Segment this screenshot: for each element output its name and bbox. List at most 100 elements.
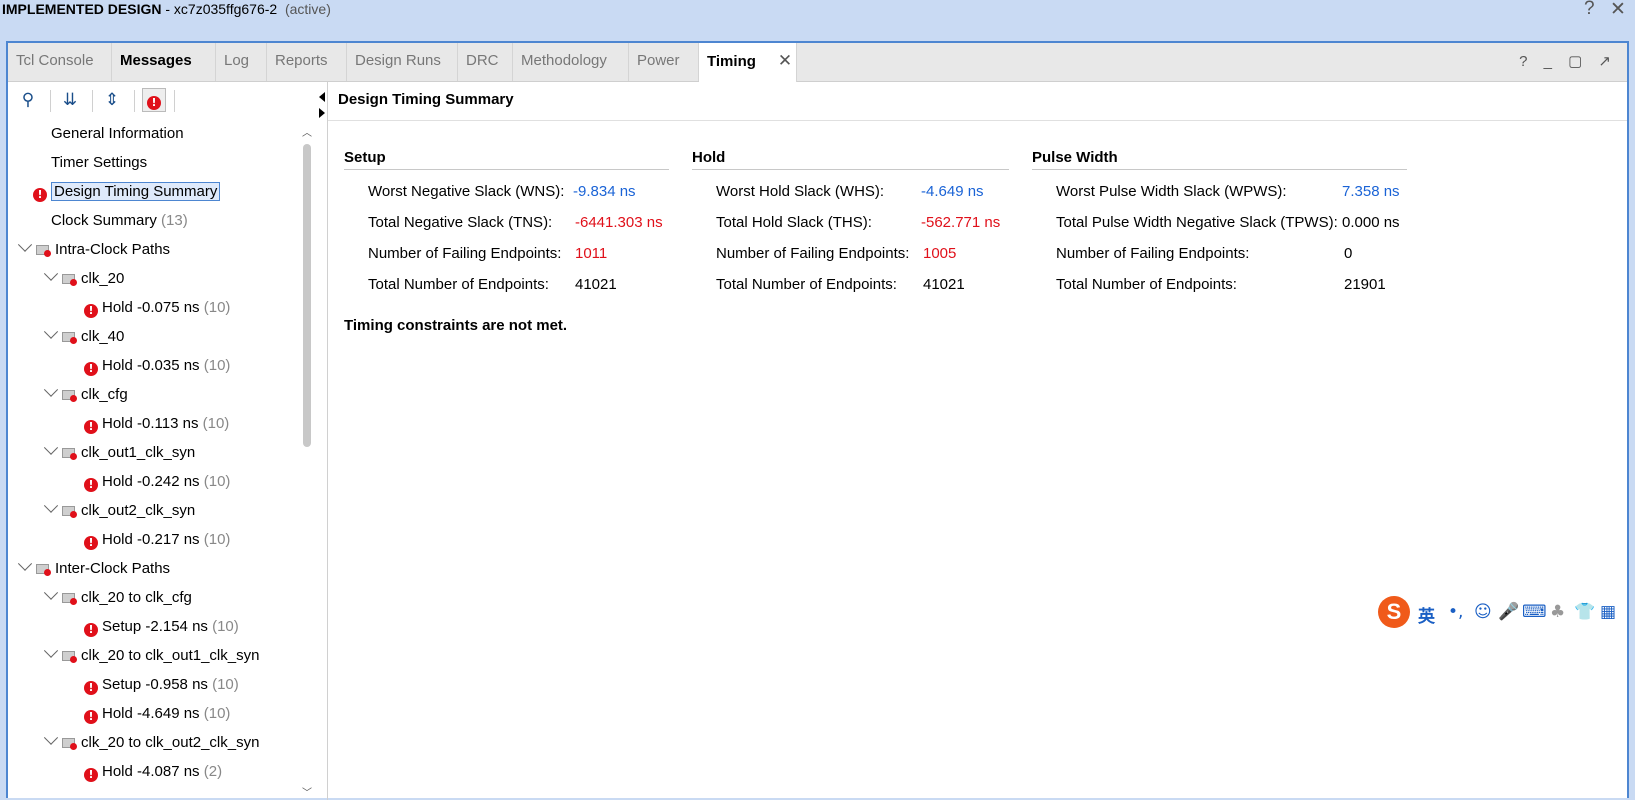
- tree-item-label: Hold -4.649 ns: [102, 705, 200, 722]
- expand-all-icon[interactable]: ⇕: [100, 88, 124, 112]
- sogou-logo-icon[interactable]: S: [1378, 596, 1410, 628]
- toolbar-divider: [134, 90, 135, 112]
- tree-item-hold-path[interactable]: ! Hold -0.217 ns (10): [84, 526, 230, 554]
- error-icon: !: [84, 768, 98, 782]
- chevron-down-icon[interactable]: [17, 556, 33, 571]
- apps-grid-icon[interactable]: ▦: [1600, 602, 1616, 622]
- tab-close-icon[interactable]: ✕: [778, 51, 792, 70]
- item-count: (10): [203, 473, 231, 490]
- tree-item-label: Clock Summary: [51, 212, 157, 229]
- emoji-icon[interactable]: ☺: [1474, 602, 1492, 622]
- tree-item-intra-clock-paths[interactable]: Intra-Clock Paths: [17, 236, 170, 264]
- chevron-down-icon[interactable]: [43, 730, 59, 745]
- tree-item-label: clk_20 to clk_out1_clk_syn: [81, 647, 260, 664]
- search-icon[interactable]: ⚲: [16, 88, 40, 112]
- tab-messages[interactable]: Messages: [112, 43, 216, 81]
- tab-timing[interactable]: Timing ✕: [699, 43, 797, 82]
- tree-item-hold-path[interactable]: ! Hold -0.242 ns (10): [84, 468, 230, 496]
- whs-value-link[interactable]: -4.649 ns: [921, 183, 984, 200]
- tree-item-hold-path[interactable]: ! Hold -4.649 ns (10): [84, 700, 230, 728]
- tree-item-hold-path[interactable]: ! Hold -0.035 ns (10): [84, 352, 230, 380]
- tree-item-timer-settings[interactable]: Timer Settings: [51, 149, 147, 177]
- keyboard-icon[interactable]: ⌨: [1522, 602, 1547, 622]
- chevron-down-icon[interactable]: [43, 498, 59, 513]
- tab-power[interactable]: Power: [629, 43, 699, 81]
- tree-item-setup-path[interactable]: ! Setup -2.154 ns (10): [84, 613, 239, 641]
- scroll-down-icon[interactable]: ﹀: [302, 784, 312, 799]
- chevron-down-icon[interactable]: [43, 585, 59, 600]
- ime-toolbar[interactable]: S 英 •, ☺ 🎤 ⌨ ♣ 👕 ▦: [1378, 596, 1635, 630]
- language-toggle-icon[interactable]: 英: [1418, 602, 1435, 627]
- tab-methodology[interactable]: Methodology: [513, 43, 629, 81]
- window-title: IMPLEMENTED DESIGN - xc7z035ffg676-2 (ac…: [2, 1, 331, 17]
- folder-error-icon: [62, 332, 77, 344]
- chevron-down-icon[interactable]: [43, 440, 59, 455]
- setup-title: Setup: [344, 149, 386, 166]
- tree-item-clk-20-to-clk-out1[interactable]: clk_20 to clk_out1_clk_syn: [43, 642, 260, 670]
- scrollbar-thumb[interactable]: [303, 144, 311, 447]
- panel-window-controls[interactable]: ? _ ▢ ↗: [1519, 52, 1617, 70]
- tab-reports[interactable]: Reports: [267, 43, 347, 81]
- collapse-left-icon[interactable]: [319, 92, 325, 102]
- user-icon[interactable]: ♣: [1550, 602, 1565, 622]
- error-icon: !: [84, 710, 98, 724]
- tree-item-design-timing-summary[interactable]: ! Design Timing Summary: [33, 178, 221, 206]
- chevron-down-icon[interactable]: [43, 324, 59, 339]
- expand-right-icon[interactable]: [319, 108, 325, 118]
- tree-item-hold-path[interactable]: ! Hold -4.087 ns (2): [84, 758, 222, 786]
- tree-item-clock-summary[interactable]: Clock Summary (13): [51, 207, 188, 235]
- tab-drc[interactable]: DRC: [458, 43, 513, 81]
- tree-item-label: Hold -0.113 ns: [102, 415, 199, 432]
- hold-title: Hold: [692, 149, 726, 166]
- tree-item-label: Design Timing Summary: [51, 182, 221, 201]
- tab-tcl-console[interactable]: Tcl Console: [8, 43, 112, 81]
- section-title: Design Timing Summary: [338, 91, 514, 108]
- wns-value-link[interactable]: -9.834 ns: [573, 183, 636, 200]
- tree-item-clk-40[interactable]: clk_40: [43, 323, 124, 351]
- tab-design-runs[interactable]: Design Runs: [347, 43, 458, 81]
- tree-item-label: Timer Settings: [51, 154, 148, 171]
- setup-failing-label: Number of Failing Endpoints:: [368, 245, 562, 262]
- ths-value: -562.771 ns: [921, 214, 1001, 231]
- toolbar-divider: [50, 90, 51, 112]
- tree-item-clk-20[interactable]: clk_20: [43, 265, 124, 293]
- toolbar-divider: [174, 90, 175, 112]
- help-icon[interactable]: ?: [1584, 0, 1595, 20]
- chevron-down-icon[interactable]: [43, 266, 59, 281]
- window-titlebar: IMPLEMENTED DESIGN - xc7z035ffg676-2 (ac…: [0, 0, 1635, 22]
- tree-scrollbar[interactable]: ︿ ﹀: [300, 120, 314, 800]
- tree-item-clk-out2-clk-syn[interactable]: clk_out2_clk_syn: [43, 497, 196, 525]
- chevron-down-icon[interactable]: [17, 237, 33, 252]
- tree-item-hold-path[interactable]: ! Hold -0.075 ns (10): [84, 294, 230, 322]
- close-icon[interactable]: ✕: [1610, 0, 1626, 21]
- chevron-down-icon[interactable]: [43, 643, 59, 658]
- error-icon: !: [84, 478, 98, 492]
- item-count: (10): [212, 618, 239, 635]
- tree-item-clk-cfg[interactable]: clk_cfg: [43, 381, 128, 409]
- results-panel: Tcl Console Messages Log Reports Design …: [6, 41, 1629, 800]
- report-tree: General Information Timer Settings ! Desi…: [8, 120, 317, 800]
- tree-item-general-information[interactable]: General Information: [51, 120, 184, 148]
- chevron-down-icon[interactable]: [43, 382, 59, 397]
- tree-item-setup-path[interactable]: ! Setup -0.958 ns (10): [84, 671, 239, 699]
- tree-item-label: Setup -0.958 ns: [102, 676, 208, 693]
- tree-item-clk-20-to-clk-out2[interactable]: clk_20 to clk_out2_clk_syn: [43, 729, 259, 757]
- punctuation-icon[interactable]: •,: [1448, 602, 1463, 622]
- tree-item-inter-clock-paths[interactable]: Inter-Clock Paths: [17, 555, 170, 583]
- skin-icon[interactable]: 👕: [1574, 602, 1595, 622]
- show-errors-toggle[interactable]: !: [142, 88, 166, 112]
- pane-splitter[interactable]: [319, 82, 328, 800]
- tree-item-clk-out1-clk-syn[interactable]: clk_out1_clk_syn: [43, 439, 196, 467]
- collapse-all-icon[interactable]: ⇊: [58, 88, 82, 112]
- tree-item-label: clk_out1_clk_syn: [81, 444, 196, 461]
- wpws-value-link[interactable]: 7.358 ns: [1342, 183, 1400, 200]
- design-type: IMPLEMENTED DESIGN: [2, 1, 162, 17]
- tree-item-clk-20-to-clk-cfg[interactable]: clk_20 to clk_cfg: [43, 584, 192, 612]
- tree-item-hold-path[interactable]: ! Hold -0.113 ns (10): [84, 410, 229, 438]
- item-count: (10): [202, 415, 230, 432]
- microphone-icon[interactable]: 🎤: [1498, 602, 1519, 622]
- tab-log[interactable]: Log: [216, 43, 267, 81]
- scroll-up-icon[interactable]: ︿: [302, 124, 312, 139]
- content-header: Design Timing Summary: [328, 82, 1627, 121]
- tree-item-label: clk_out2_clk_syn: [81, 502, 196, 519]
